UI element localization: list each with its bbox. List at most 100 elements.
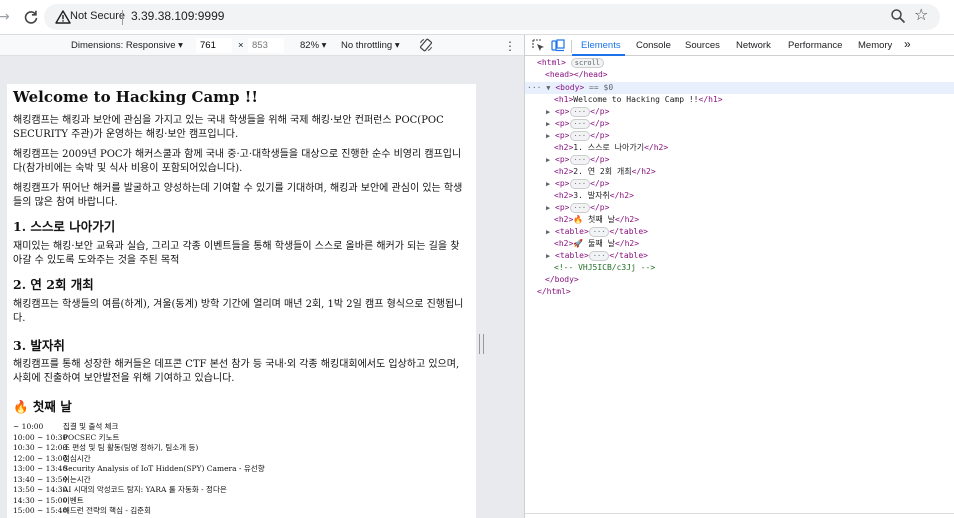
collapse-triangle-icon[interactable]: ▶	[546, 156, 550, 164]
h2-close-tag: </h2>	[609, 191, 634, 200]
dom-p-6[interactable]: ▶ <p> ··· </p>	[546, 202, 609, 214]
zoom-label: 82%	[300, 40, 320, 51]
dom-table-2[interactable]: ▶ <table> ··· </table>	[546, 250, 648, 262]
collapse-triangle-icon[interactable]: ▶	[546, 180, 550, 188]
dom-dots: ···	[527, 83, 547, 92]
dom-p-4[interactable]: ▶ <p> ··· </p>	[546, 154, 609, 166]
html-close-tag: </html>	[537, 287, 571, 296]
dom-p-5[interactable]: ▶ <p> ··· </p>	[546, 178, 609, 190]
section-paragraph-2: 해킹캠프는 학생들의 여름(하계), 겨울(동계) 방학 기간에 열리며 매년 …	[13, 299, 464, 324]
h2-close-tag: </h2>	[631, 167, 656, 176]
intro-paragraph-3: 해킹캠프가 뛰어난 해커를 발굴하고 양성하는데 기여할 수 있기를 기대하며,…	[13, 183, 463, 208]
zoom-dropdown[interactable]: 82% ▾	[300, 40, 326, 51]
schedule-event: POCSEC 키노트	[63, 432, 120, 442]
dom-body-open[interactable]: ··· ▼ <body> == $0	[527, 82, 613, 94]
collapse-triangle-icon[interactable]: ▶	[546, 252, 550, 260]
collapse-triangle-icon[interactable]: ▶	[546, 120, 550, 128]
html-open-tag: <html>	[537, 58, 566, 67]
p-open-tag: <p>	[555, 179, 570, 188]
collapse-triangle-icon[interactable]: ▶	[546, 132, 550, 140]
throttle-dropdown[interactable]: No throttling ▾	[341, 40, 400, 51]
schedule-event: AI 시대의 악성코드 탐지: YARA 룰 자동화 - 정다은	[63, 485, 227, 494]
tab-performance[interactable]: Performance	[788, 40, 842, 51]
ellipsis-badge[interactable]: ···	[569, 106, 591, 117]
intro-paragraph-1: 해킹캠프는 해킹과 보안에 관심을 가지고 있는 국내 학생들을 위해 국제 해…	[13, 115, 444, 140]
forward-icon[interactable]: →	[0, 9, 10, 25]
viewport-resize-handle[interactable]	[479, 334, 484, 354]
h1-text: Welcome to Hacking Camp !!	[573, 95, 699, 104]
dom-comment[interactable]: <!-- VHJ5ICB/c3Jj -->	[554, 262, 655, 274]
collapse-triangle-icon[interactable]: ▶	[546, 204, 550, 212]
dom-h2-1[interactable]: <h2>1. 스스로 나아가기</h2>	[554, 142, 668, 154]
ellipsis-badge[interactable]: ···	[569, 118, 591, 129]
table-close-tag: </table>	[609, 227, 648, 236]
section-heading-2: 2. 연 2회 개최	[13, 277, 94, 292]
dom-h2-3[interactable]: <h2>3. 발자취</h2>	[554, 190, 634, 202]
html-comment: <!-- VHJ5ICB/c3Jj -->	[554, 263, 656, 272]
dimensions-dropdown[interactable]: Dimensions: Responsive ▾	[71, 40, 183, 51]
active-tab-indicator	[572, 54, 625, 56]
section-heading-1: 1. 스스로 나아가기	[13, 219, 116, 234]
dom-html-close[interactable]: </html>	[537, 286, 571, 298]
expand-triangle-icon[interactable]: ▼	[546, 84, 550, 92]
dom-h2-4[interactable]: <h2>🔥 첫째 날</h2>	[554, 214, 639, 226]
throttle-label: No throttling	[341, 40, 393, 51]
browser-toolbar: → Not Secure 3.39.38.109:9999 ☆	[0, 0, 954, 35]
security-label[interactable]: Not Secure	[70, 10, 125, 22]
p-close-tag: </p>	[590, 155, 610, 164]
p-open-tag: <p>	[555, 119, 570, 128]
dom-h2-2[interactable]: <h2>2. 연 2회 개최</h2>	[554, 166, 656, 178]
collapse-triangle-icon[interactable]: ▶	[546, 228, 550, 236]
dom-p-3[interactable]: ▶ <p> ··· </p>	[546, 130, 609, 142]
rotate-icon[interactable]	[419, 38, 433, 52]
more-options-icon[interactable]: ⋮	[504, 40, 516, 52]
schedule-time: 15:00 ~ 15:40	[13, 506, 68, 515]
emulated-page: Welcome to Hacking Camp !! 해킹캠프는 해킹과 보안에…	[7, 84, 476, 518]
tab-console[interactable]: Console	[636, 40, 671, 51]
schedule-time: 13:40 ~ 13:50	[13, 474, 68, 484]
tab-sources[interactable]: Sources	[685, 40, 720, 51]
dom-p-1[interactable]: ▶ <p> ··· </p>	[546, 106, 609, 118]
zoom-icon[interactable]	[890, 8, 906, 24]
tab-memory[interactable]: Memory	[858, 40, 892, 51]
tab-elements[interactable]: Elements	[581, 40, 621, 51]
dom-table-1[interactable]: ▶ <table> ··· </table>	[546, 226, 648, 238]
bookmark-star-icon[interactable]: ☆	[914, 6, 928, 24]
inspect-element-icon[interactable]	[532, 39, 545, 52]
p-open-tag: <p>	[555, 203, 570, 212]
width-input[interactable]	[196, 38, 232, 53]
ellipsis-badge[interactable]: ···	[569, 154, 591, 165]
body-open-tag: <body>	[555, 83, 585, 92]
tab-network[interactable]: Network	[736, 40, 771, 51]
dom-p-2[interactable]: ▶ <p> ··· </p>	[546, 118, 609, 130]
collapse-triangle-icon[interactable]: ▶	[546, 108, 550, 116]
ellipsis-badge[interactable]: ···	[569, 130, 591, 141]
dom-html-open[interactable]: <html> scroll	[537, 57, 605, 69]
p-open-tag: <p>	[555, 131, 570, 140]
ellipsis-badge[interactable]: ···	[588, 226, 610, 237]
head-tag: <head></head>	[545, 70, 608, 79]
schedule-time: 14:30 ~ 15:00	[13, 495, 68, 505]
h2-open-tag: <h2>	[554, 167, 574, 176]
height-input[interactable]	[248, 38, 284, 53]
dom-head[interactable]: <head></head>	[545, 69, 608, 81]
h2-open-tag: <h2>	[554, 143, 574, 152]
dom-body-close[interactable]: </body>	[545, 274, 579, 286]
schedule-event: 점심시간	[63, 453, 91, 463]
ellipsis-badge[interactable]: ···	[569, 202, 591, 213]
url-text[interactable]: 3.39.38.109:9999	[131, 9, 224, 23]
dom-h1[interactable]: <h1>Welcome to Hacking Camp !!</h1>	[554, 94, 723, 106]
more-tabs-button[interactable]: »	[904, 37, 911, 51]
dom-h2-5[interactable]: <h2>🚀 둘째 날</h2>	[554, 238, 639, 250]
schedule-event: 쉬는시간	[63, 474, 91, 484]
schedule-time: 13:50 ~ 14:30	[13, 485, 68, 494]
ellipsis-badge[interactable]: ···	[569, 178, 591, 189]
device-toggle-icon[interactable]	[551, 39, 565, 52]
reload-icon[interactable]	[20, 6, 42, 28]
schedule-time: 10:00 ~ 10:30	[13, 432, 68, 442]
ellipsis-badge[interactable]: ···	[588, 250, 610, 261]
scroll-badge[interactable]: scroll	[570, 57, 605, 68]
h2-text: 1. 스스로 나아가기	[573, 143, 645, 152]
warning-icon[interactable]	[55, 9, 71, 25]
h2-text: 3. 발자취	[573, 191, 610, 200]
